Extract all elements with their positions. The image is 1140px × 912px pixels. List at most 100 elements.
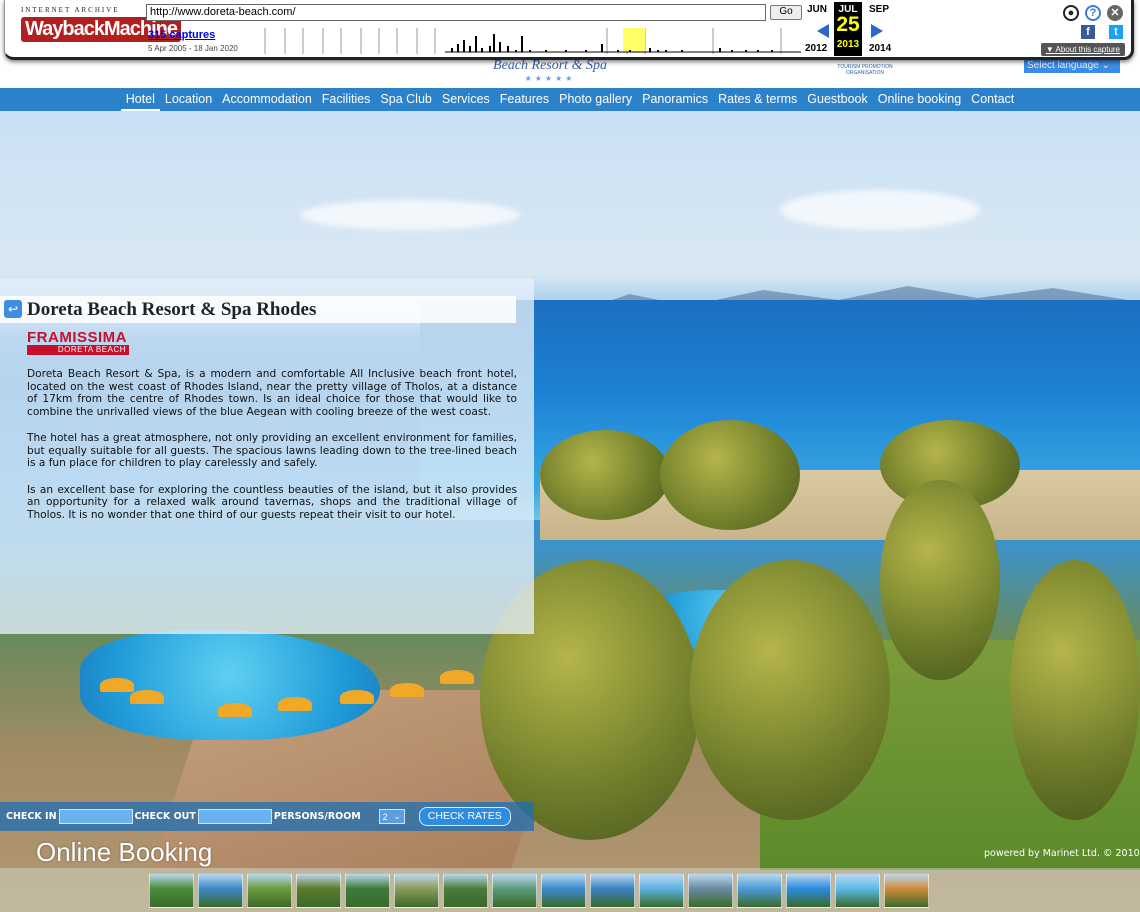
sparkline-bars bbox=[451, 34, 773, 52]
description-paragraph: The hotel has a great atmosphere, not on… bbox=[27, 432, 517, 469]
nav-item-contact[interactable]: Contact bbox=[966, 88, 1019, 111]
nav-item-services[interactable]: Services bbox=[437, 88, 495, 111]
powered-by-link[interactable]: powered by Marinet Ltd. © 2010 bbox=[984, 848, 1140, 859]
booking-form: CHECK IN CHECK OUT PERSONS/ROOM 2 ⌄ CHECK… bbox=[0, 802, 534, 831]
tree bbox=[880, 480, 1000, 680]
description-paragraph: Doreta Beach Resort & Spa, is a modern a… bbox=[27, 368, 517, 418]
wayback-logo-top: INTERNET ARCHIVE bbox=[21, 6, 120, 14]
gallery-thumbnail[interactable] bbox=[786, 873, 831, 908]
language-select[interactable]: Select language ⌄ bbox=[1024, 60, 1120, 73]
wayback-calendar-nav: JUN 2012 JUL 25 2013 SEP 2014 bbox=[803, 2, 903, 56]
user-icon[interactable]: ● bbox=[1063, 5, 1079, 21]
chevron-down-icon: ⌄ bbox=[393, 811, 401, 821]
gallery-thumbnail[interactable] bbox=[590, 873, 635, 908]
back-arrow-icon[interactable]: ↩ bbox=[4, 300, 22, 318]
wayback-go-button[interactable]: Go bbox=[770, 5, 802, 20]
gallery-thumbnail[interactable] bbox=[835, 873, 880, 908]
tourism-promotion-logo[interactable]: TOURISM PROMOTION ORGANISATION bbox=[820, 64, 910, 76]
prev-capture-arrow-icon[interactable] bbox=[817, 24, 829, 38]
current-year: 2013 bbox=[836, 39, 860, 50]
gallery-thumbnail[interactable] bbox=[247, 873, 292, 908]
wayback-sparkline[interactable] bbox=[245, 26, 801, 54]
content-panel: ↩ Doreta Beach Resort & Spa Rhodes FRAMI… bbox=[0, 278, 534, 634]
check-rates-button[interactable]: CHECK RATES bbox=[418, 807, 511, 826]
help-icon[interactable]: ? bbox=[1085, 5, 1101, 21]
twitter-icon[interactable]: t bbox=[1109, 25, 1123, 39]
hotel-description: Doreta Beach Resort & Spa, is a modern a… bbox=[27, 368, 517, 535]
gallery-thumbnail[interactable] bbox=[149, 873, 194, 908]
gallery-thumbnail[interactable] bbox=[639, 873, 684, 908]
tree bbox=[540, 430, 670, 520]
umbrella bbox=[100, 678, 134, 692]
nav-item-accommodation[interactable]: Accommodation bbox=[217, 88, 317, 111]
tree bbox=[660, 420, 800, 530]
umbrella bbox=[440, 670, 474, 684]
next-year-link[interactable]: 2014 bbox=[869, 43, 891, 54]
umbrella bbox=[340, 690, 374, 704]
gallery-thumbnail[interactable] bbox=[884, 873, 929, 908]
check-in-input[interactable] bbox=[58, 809, 133, 824]
prev-year-link[interactable]: 2012 bbox=[805, 43, 827, 54]
close-icon[interactable]: ✕ bbox=[1107, 5, 1123, 21]
nav-item-facilities[interactable]: Facilities bbox=[317, 88, 376, 111]
gallery-thumbnail[interactable] bbox=[492, 873, 537, 908]
online-booking-title: Online Booking bbox=[36, 837, 213, 867]
wayback-captures-link[interactable]: 315 captures bbox=[148, 29, 215, 41]
nav-item-location[interactable]: Location bbox=[160, 88, 217, 111]
main-nav: Hotel Location Accommodation Facilities Spa … bbox=[0, 88, 1140, 111]
wayback-capture-range: 5 Apr 2005 - 18 Jan 2020 bbox=[148, 44, 238, 53]
wayback-url-input[interactable]: http://www.doreta-beach.com/ bbox=[146, 4, 766, 21]
umbrella bbox=[278, 697, 312, 711]
gallery-thumbnail[interactable] bbox=[345, 873, 390, 908]
tree bbox=[690, 560, 890, 820]
framissima-logo-text: FRAMISSIMA bbox=[27, 329, 127, 346]
wayback-share: f t bbox=[1081, 25, 1123, 39]
cloud bbox=[780, 190, 980, 230]
gallery-thumbnail[interactable] bbox=[394, 873, 439, 908]
gallery-thumbnail[interactable] bbox=[198, 873, 243, 908]
nav-item-rates-terms[interactable]: Rates & terms bbox=[713, 88, 802, 111]
description-paragraph: Is an excellent base for exploring the c… bbox=[27, 483, 517, 521]
about-capture-label: About this capture bbox=[1055, 45, 1120, 54]
site-logo-stars: ★★★★★ bbox=[524, 74, 576, 83]
prev-month-link[interactable]: JUN bbox=[807, 4, 827, 15]
nav-item-features[interactable]: Features bbox=[495, 88, 554, 111]
nav-item-guestbook[interactable]: Guestbook bbox=[802, 88, 872, 111]
about-capture-link[interactable]: ▼ About this capture bbox=[1040, 43, 1125, 56]
nav-item-panoramics[interactable]: Panoramics bbox=[637, 88, 713, 111]
nav-item-photo-gallery[interactable]: Photo gallery bbox=[554, 88, 637, 111]
next-month-link[interactable]: SEP bbox=[869, 4, 889, 15]
gallery-thumbnail[interactable] bbox=[443, 873, 488, 908]
thumbnail-strip bbox=[0, 868, 1140, 912]
current-day: 25 bbox=[836, 13, 860, 36]
check-out-input[interactable] bbox=[197, 809, 272, 824]
check-out-label: CHECK OUT bbox=[134, 811, 196, 822]
umbrella bbox=[390, 683, 424, 697]
nav-item-hotel[interactable]: Hotel bbox=[120, 88, 160, 111]
site-logo[interactable]: Beach Resort & Spa ★★★★★ bbox=[470, 58, 630, 83]
persons-select[interactable]: 2 ⌄ bbox=[378, 809, 405, 824]
cloud bbox=[300, 200, 520, 230]
gallery-thumbnail[interactable] bbox=[737, 873, 782, 908]
check-in-label: CHECK IN bbox=[6, 811, 57, 822]
gallery-thumbnail[interactable] bbox=[688, 873, 733, 908]
nav-item-spa-club[interactable]: Spa Club bbox=[375, 88, 436, 111]
facebook-icon[interactable]: f bbox=[1081, 25, 1095, 39]
tree bbox=[1010, 560, 1140, 820]
wayback-icons: ● ? ✕ bbox=[1063, 5, 1123, 21]
wayback-logo[interactable]: INTERNET ARCHIVE WaybackMachine bbox=[21, 6, 181, 42]
framissima-logo: FRAMISSIMA DORETA BEACH bbox=[27, 330, 129, 356]
nav-item-online-booking[interactable]: Online booking bbox=[873, 88, 966, 111]
gallery-thumbnail[interactable] bbox=[296, 873, 341, 908]
sparkline-current-year bbox=[623, 28, 645, 52]
gallery-thumbnail[interactable] bbox=[541, 873, 586, 908]
current-capture-date: JUL 25 2013 bbox=[834, 2, 862, 56]
umbrella bbox=[130, 690, 164, 704]
page-title: Doreta Beach Resort & Spa Rhodes bbox=[27, 299, 317, 320]
next-capture-arrow-icon[interactable] bbox=[871, 24, 883, 38]
umbrella bbox=[218, 703, 252, 717]
wayback-toolbar: INTERNET ARCHIVE WaybackMachine http://w… bbox=[4, 0, 1134, 60]
language-select-label: Select language bbox=[1027, 60, 1099, 71]
site-logo-text: Beach Resort & Spa bbox=[493, 58, 607, 73]
persons-label: PERSONS/ROOM bbox=[273, 811, 361, 822]
